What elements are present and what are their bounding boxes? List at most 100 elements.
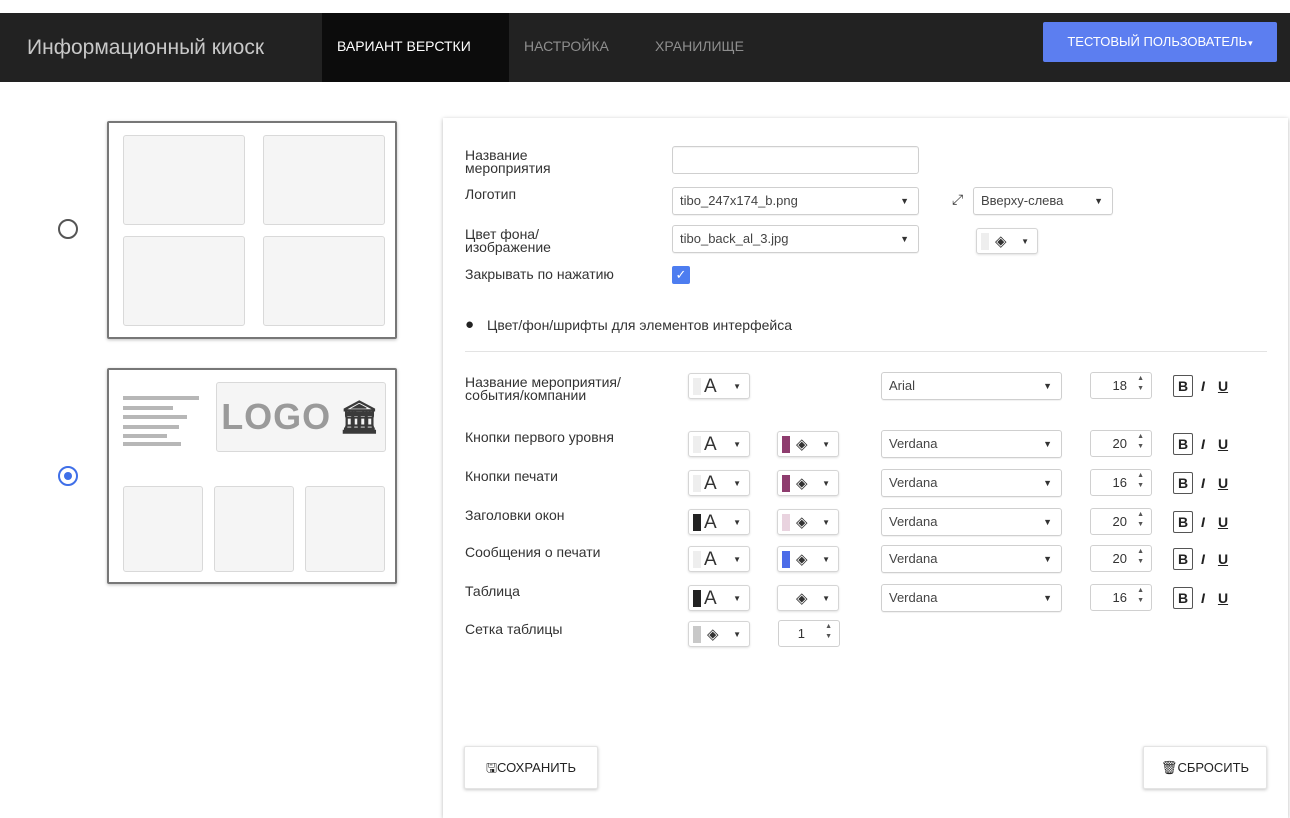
text-color-picker[interactable]: A ▼	[688, 585, 750, 611]
save-button[interactable]: 🖫СОХРАНИТЬ	[464, 746, 598, 789]
spinner-arrows-icon: ▲ ▼	[1137, 548, 1144, 565]
dropdown-arrow-icon: ▼	[900, 234, 909, 244]
close-on-click-checkbox[interactable]: ✓	[672, 266, 690, 284]
font-size-spinner[interactable]: 20 ▲ ▼	[1090, 430, 1152, 457]
save-label: СОХРАНИТЬ	[497, 760, 577, 775]
italic-button[interactable]: I	[1193, 436, 1213, 452]
font-select[interactable]: Verdana ▼	[881, 508, 1062, 536]
style-row-label: Заголовки окон	[465, 507, 565, 523]
color-swatch	[693, 551, 701, 568]
font-size-spinner[interactable]: 20 ▲ ▼	[1090, 545, 1152, 572]
bold-button[interactable]: B	[1173, 586, 1193, 609]
font-color-icon: A	[704, 549, 717, 570]
italic-button[interactable]: I	[1193, 514, 1213, 530]
bold-button[interactable]: B	[1173, 471, 1193, 494]
font-size-spinner[interactable]: 18 ▲ ▼	[1090, 372, 1152, 399]
nav-tab-storage[interactable]: ХРАНИЛИЩЕ	[655, 13, 744, 82]
caret-down-icon: ▼	[733, 518, 741, 527]
expand-icon[interactable]: ⤢	[952, 191, 963, 208]
logo-file-select[interactable]: tibo_247x174_b.png ▼	[672, 187, 919, 215]
font-select[interactable]: Verdana ▼	[881, 430, 1062, 458]
reset-button[interactable]: 🗑СБРОСИТЬ	[1143, 746, 1267, 789]
font-size-spinner[interactable]: 16 ▲ ▼	[1090, 469, 1152, 496]
layout-tile	[263, 236, 385, 326]
text-format-group: BIU	[1171, 584, 1251, 611]
color-swatch	[693, 626, 701, 643]
background-file-select[interactable]: tibo_back_al_3.jpg ▼	[672, 225, 919, 253]
font-value: Verdana	[889, 551, 938, 566]
font-size-spinner[interactable]: 20 ▲ ▼	[1090, 508, 1152, 535]
font-select[interactable]: Verdana ▼	[881, 469, 1062, 497]
underline-button[interactable]: U	[1213, 514, 1233, 530]
font-select[interactable]: Verdana ▼	[881, 584, 1062, 612]
layout-tile	[305, 486, 385, 572]
logo-position-select[interactable]: Вверху-слева ▼	[973, 187, 1113, 215]
background-color-picker[interactable]: ◈ ▼	[976, 228, 1038, 254]
caret-down-icon: ▼	[733, 630, 741, 639]
layout-radio-grid[interactable]	[58, 219, 78, 239]
font-color-icon: A	[704, 473, 717, 494]
layout-preview-logo[interactable]: LOGO 🏛	[107, 368, 397, 584]
caret-down-icon: ▼	[822, 518, 830, 527]
underline-button[interactable]: U	[1213, 378, 1233, 394]
background-color-picker[interactable]: ◈ ▼	[777, 546, 839, 572]
color-swatch	[782, 514, 790, 531]
background-color-picker[interactable]: ◈ ▼	[777, 470, 839, 496]
fill-bucket-icon: ◈	[796, 551, 808, 568]
text-format-group: BIU	[1171, 469, 1251, 496]
bold-button[interactable]: B	[1173, 374, 1193, 397]
font-color-icon: A	[704, 376, 717, 397]
underline-button[interactable]: U	[1213, 436, 1233, 452]
text-color-picker[interactable]: A ▼	[688, 509, 750, 535]
bold-button[interactable]: B	[1173, 510, 1193, 533]
style-row-label: Сообщения о печати	[465, 544, 601, 560]
spinner-arrows-icon: ▲ ▼	[1137, 375, 1144, 392]
event-name-input[interactable]	[672, 146, 919, 174]
font-size-value: 16	[1112, 475, 1127, 490]
font-value: Verdana	[889, 590, 938, 605]
font-size-spinner[interactable]: 16 ▲ ▼	[1090, 584, 1152, 611]
spinner-arrows-icon: ▲ ▼	[1137, 587, 1144, 604]
layout-preview-grid[interactable]	[107, 121, 397, 339]
logo-file-value: tibo_247x174_b.png	[680, 193, 798, 208]
text-color-picker[interactable]: A ▼	[688, 373, 750, 399]
fill-bucket-icon: ◈	[995, 233, 1007, 250]
italic-button[interactable]: I	[1193, 378, 1213, 394]
nav-tab-layout[interactable]: ВАРИАНТ ВЕРСТКИ	[322, 13, 509, 82]
logo-placeholder: LOGO 🏛	[216, 382, 386, 452]
italic-button[interactable]: I	[1193, 475, 1213, 491]
caret-down-icon: ▼	[733, 382, 741, 391]
bold-button[interactable]: B	[1173, 432, 1193, 455]
app-brand[interactable]: Информационный киоск	[27, 13, 264, 82]
style-row-label: Кнопки первого уровня	[465, 429, 614, 445]
font-value: Verdana	[889, 436, 938, 451]
font-select[interactable]: Arial ▼	[881, 372, 1062, 400]
style-row-label: Таблица	[465, 583, 520, 599]
color-swatch	[693, 475, 701, 492]
spinner-arrows-icon: ▲ ▼	[1137, 433, 1144, 450]
underline-button[interactable]: U	[1213, 590, 1233, 606]
background-color-picker[interactable]: ◈ ▼	[777, 431, 839, 457]
text-color-picker[interactable]: A ▼	[688, 431, 750, 457]
text-color-picker[interactable]: A ▼	[688, 470, 750, 496]
bold-button[interactable]: B	[1173, 547, 1193, 570]
background-color-picker[interactable]: ◈ ▼	[777, 585, 839, 611]
italic-button[interactable]: I	[1193, 590, 1213, 606]
text-format-group: BIU	[1171, 545, 1251, 572]
fill-bucket-icon: ◈	[796, 475, 808, 492]
italic-button[interactable]: I	[1193, 551, 1213, 567]
text-color-picker[interactable]: A ▼	[688, 546, 750, 572]
grid-color-picker[interactable]: ◈ ▼	[688, 621, 750, 647]
underline-button[interactable]: U	[1213, 475, 1233, 491]
text-format-group: BIU	[1171, 430, 1251, 457]
nav-tab-settings[interactable]: НАСТРОЙКА	[524, 13, 609, 82]
spinner-arrows-icon: ▲ ▼	[1137, 511, 1144, 528]
layout-radio-logo[interactable]	[58, 466, 78, 486]
background-color-picker[interactable]: ◈ ▼	[777, 509, 839, 535]
underline-button[interactable]: U	[1213, 551, 1233, 567]
caret-down-icon: ▼	[733, 594, 741, 603]
grid-width-spinner[interactable]: 1 ▲ ▼	[778, 620, 840, 647]
user-menu-button[interactable]: ТЕСТОВЫЙ ПОЛЬЗОВАТЕЛЬ▾	[1043, 22, 1277, 62]
font-select[interactable]: Verdana ▼	[881, 545, 1062, 573]
dropdown-arrow-icon: ▼	[1043, 478, 1052, 488]
